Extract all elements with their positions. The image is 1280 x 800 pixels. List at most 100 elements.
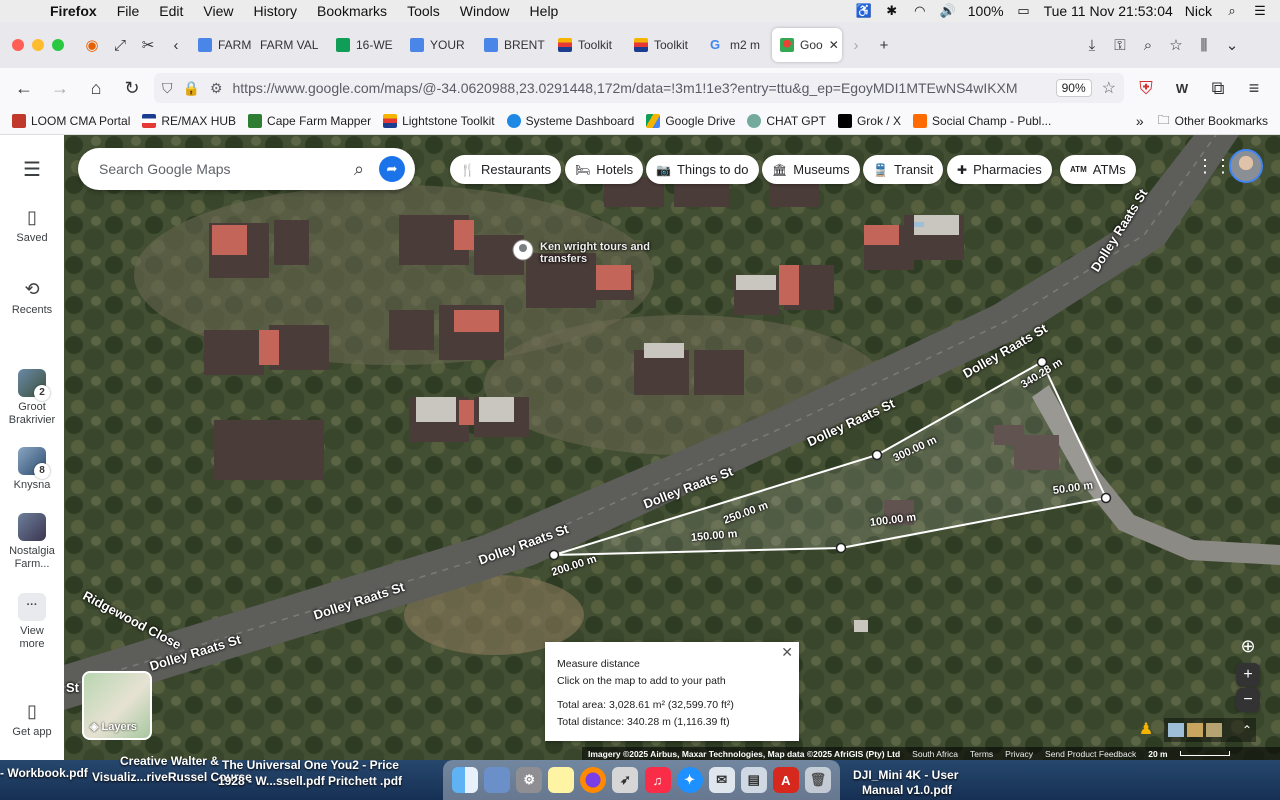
account-avatar[interactable] (1229, 149, 1263, 183)
measure-vertex[interactable] (835, 542, 847, 554)
close-icon[interactable]: ✕ (781, 644, 793, 661)
finder-icon[interactable] (452, 767, 479, 793)
menu-history[interactable]: History (243, 3, 307, 19)
search-icon[interactable]: ⌕ (339, 159, 379, 180)
tab-active-google-maps[interactable]: Goo ✕ (772, 28, 842, 62)
extension-icon[interactable]: ⛨ (1128, 72, 1164, 104)
acrobat-icon[interactable]: A (772, 767, 799, 793)
extension-w-icon[interactable]: W (1164, 72, 1200, 104)
bookmark-star-icon[interactable]: ☆ (1102, 78, 1116, 98)
spotlight-search-icon[interactable]: ⌕ (1224, 4, 1240, 18)
more-bookmarks-chevron-icon[interactable]: » (1128, 113, 1152, 129)
zoom-out-button[interactable]: − (1236, 688, 1260, 712)
bookmark-item[interactable]: LOOM CMA Portal (6, 114, 136, 128)
menu-edit[interactable]: Edit (149, 3, 193, 19)
forward-arrow-icon[interactable]: → (42, 72, 78, 104)
passwords-key-icon[interactable]: ⚿ (1106, 31, 1134, 59)
tab[interactable]: BRENT (476, 28, 550, 62)
app-menu-icon[interactable]: ≡ (1236, 72, 1272, 104)
library-icon[interactable]: ⫼ (1190, 31, 1218, 59)
extension-icon[interactable]: ☆ (1162, 31, 1190, 59)
notes-icon[interactable] (548, 767, 575, 793)
pegman-button[interactable]: ♟ (1135, 716, 1157, 742)
bookmark-item[interactable]: Social Champ - Publ... (907, 114, 1057, 128)
permissions-icon[interactable]: ⚙ (210, 80, 223, 97)
bookmark-item[interactable]: CHAT GPT (741, 114, 832, 128)
downloads-icon[interactable]: ⤓ (1078, 31, 1106, 59)
home-icon[interactable]: ⌂ (78, 72, 114, 104)
accessibility-icon[interactable]: ♿ (856, 4, 872, 18)
url-text[interactable]: https://www.google.com/maps/@-34.0620988… (233, 80, 1050, 96)
tab[interactable]: 16-WE (328, 28, 402, 62)
desktop-file-label[interactable]: DJI_Mini 4K - User (853, 768, 958, 782)
bookmark-item[interactable]: Systeme Dashboard (501, 114, 641, 128)
firefox-icon[interactable] (580, 767, 607, 793)
get-app-button[interactable]: ▯ Get app (0, 701, 64, 738)
measure-vertex[interactable] (548, 549, 560, 561)
imagery-strip[interactable]: ⌃ (1164, 718, 1256, 742)
poi-label[interactable]: Ken wright tours and transfers (540, 241, 650, 265)
menu-bookmarks[interactable]: Bookmarks (307, 3, 397, 19)
tab[interactable]: FARM (190, 28, 252, 62)
user-name[interactable]: Nick (1185, 3, 1212, 19)
file-manager-icon[interactable]: ▤ (740, 767, 767, 793)
battery-icon[interactable]: ▭ (1016, 4, 1032, 18)
lock-icon[interactable]: 🔒 (183, 80, 200, 97)
search-box[interactable]: Search Google Maps ⌕ ➦ (78, 148, 415, 190)
tab[interactable]: Toolkit (550, 28, 626, 62)
scroll-tabs-left-icon[interactable]: ‹ (162, 31, 190, 59)
preview-icon[interactable] (484, 767, 511, 793)
desktop-file-label[interactable]: The Universal One You2 - Price (222, 758, 399, 772)
scroll-tabs-right-icon[interactable]: › (842, 31, 870, 59)
chip-museums[interactable]: 🏛 Museums (762, 155, 860, 184)
measure-vertex[interactable] (1100, 492, 1112, 504)
menu-tools[interactable]: Tools (397, 3, 450, 19)
firefox-view-icon[interactable]: ◉ (78, 31, 106, 59)
new-tab-icon[interactable]: + (870, 31, 898, 59)
music-icon[interactable]: ♫ (644, 767, 671, 793)
trash-icon[interactable]: 🗑 (804, 767, 831, 793)
imagery-thumbnail[interactable] (1206, 723, 1222, 737)
desktop-file-label[interactable]: - Workbook.pdf (0, 766, 88, 780)
chip-hotels[interactable]: 🛏 Hotels (565, 155, 644, 184)
recents-button[interactable]: ⟲ Recents (0, 279, 64, 316)
control-center-icon[interactable]: ☰ (1252, 4, 1268, 18)
bookmark-item[interactable]: RE/MAX HUB (136, 114, 242, 128)
bookmark-item[interactable]: Google Drive (640, 114, 741, 128)
volume-icon[interactable]: 🔊 (940, 4, 956, 18)
launchpad-rocket-icon[interactable]: ➶ (612, 767, 639, 793)
other-bookmarks-folder[interactable]: 🗀 Other Bookmarks (1152, 111, 1274, 132)
chip-pharmacies[interactable]: ✚ Pharmacies (947, 155, 1052, 184)
satellite-map[interactable]: Dolley Raats St Dolley Raats St Dolley R… (64, 135, 1280, 760)
mail-icon[interactable]: ✉ (708, 767, 735, 793)
url-bar[interactable]: ⛉ 🔒 ⚙ https://www.google.com/maps/@-34.0… (154, 73, 1124, 103)
menu-help[interactable]: Help (520, 3, 569, 19)
search-input[interactable]: Search Google Maps (99, 161, 231, 177)
menu-app-firefox[interactable]: Firefox (40, 3, 107, 19)
expand-chevron-icon[interactable]: ⌃ (1242, 723, 1252, 737)
country-link[interactable]: South Africa (912, 749, 958, 759)
close-window-button[interactable] (12, 39, 24, 51)
zoom-window-button[interactable] (52, 39, 64, 51)
system-settings-gear-icon[interactable]: ⚙ (516, 767, 543, 793)
recent-place[interactable]: 2 Groot Brakrivier (0, 369, 64, 427)
desktop-file-label[interactable]: Manual v1.0.pdf (862, 783, 952, 797)
chip-transit[interactable]: 🚆 Transit (863, 155, 944, 184)
search-icon[interactable]: ⌕ (1134, 31, 1162, 59)
menu-view[interactable]: View (193, 3, 243, 19)
extensions-puzzle-icon[interactable]: ⧉ (1200, 72, 1236, 104)
tab[interactable]: YOUR (402, 28, 476, 62)
reload-icon[interactable]: ↻ (114, 72, 150, 104)
recent-place[interactable]: 8 Knysna (0, 447, 64, 492)
zoom-level-badge[interactable]: 90% (1055, 79, 1092, 97)
minimize-window-button[interactable] (32, 39, 44, 51)
chip-atms[interactable]: ATM ATMs (1060, 155, 1136, 184)
privacy-link[interactable]: Privacy (1005, 749, 1033, 759)
bluetooth-icon[interactable]: ✱ (884, 4, 900, 18)
tab[interactable]: Gm2 m (702, 28, 772, 62)
view-more-button[interactable]: ··· View more (0, 593, 64, 651)
directions-icon[interactable]: ➦ (379, 156, 405, 182)
bookmark-item[interactable]: Grok / X (832, 114, 907, 128)
saved-button[interactable]: ▯ Saved (0, 207, 64, 244)
back-arrow-icon[interactable]: ← (6, 72, 42, 104)
